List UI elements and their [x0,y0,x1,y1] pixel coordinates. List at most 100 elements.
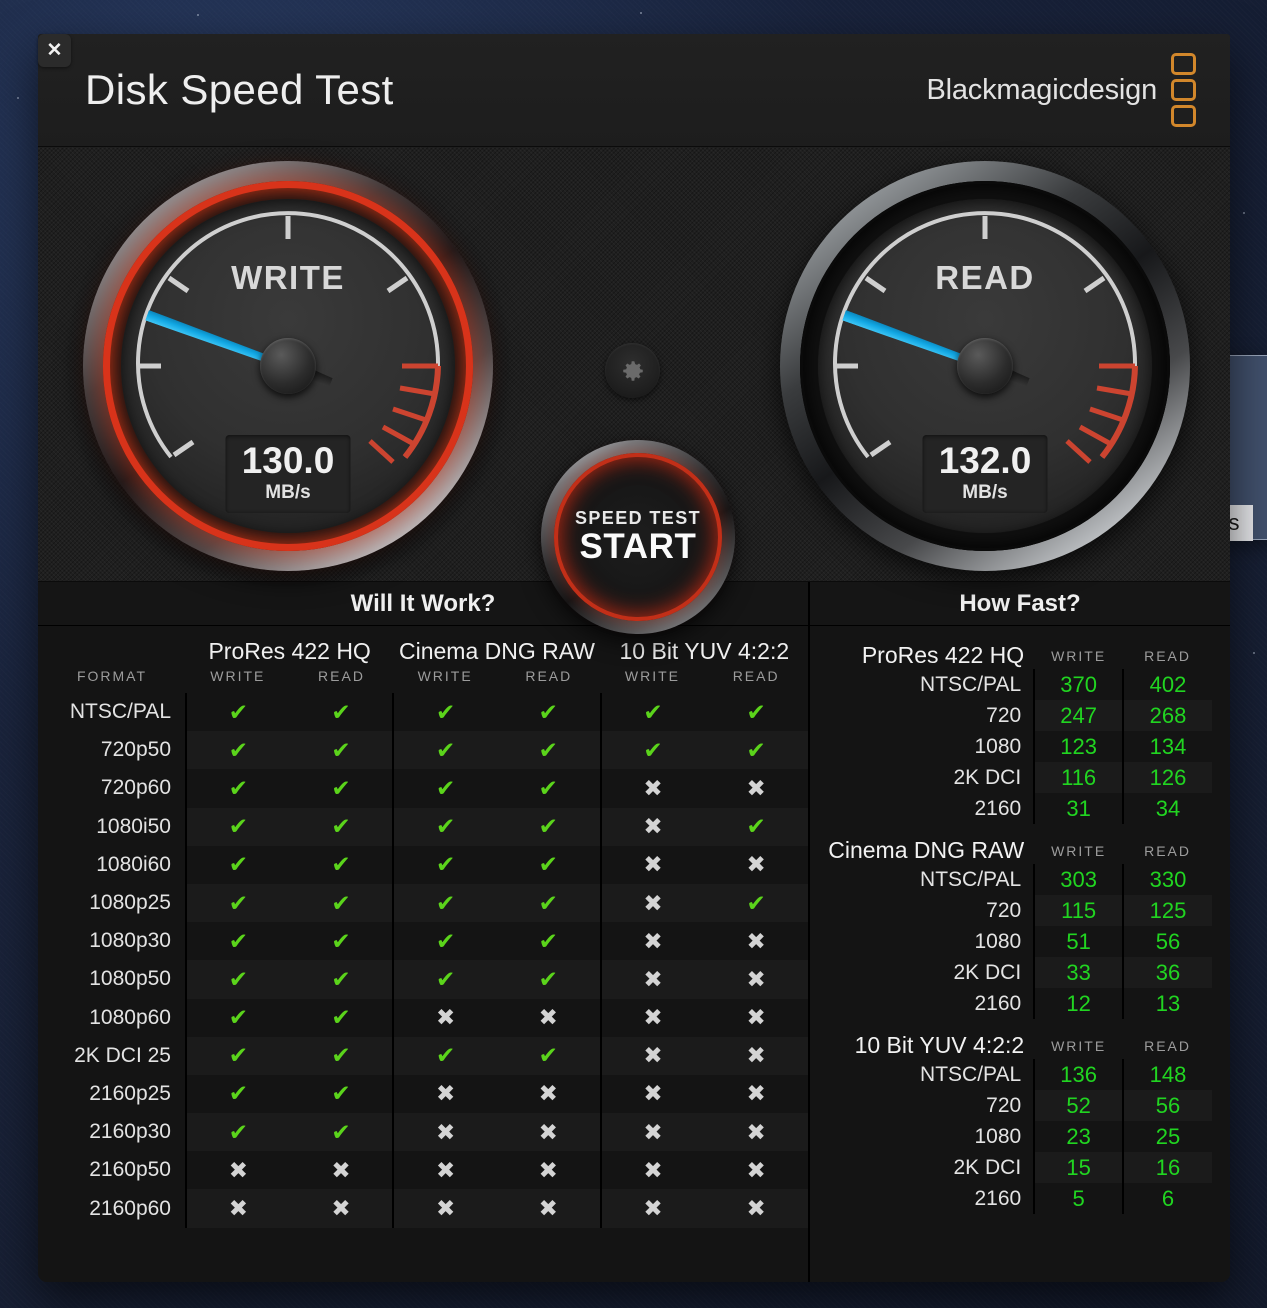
subheader-3-write: WRITE [624,668,680,684]
cross-icon: ✖ [599,807,705,846]
write-unit: MB/s [265,481,311,503]
how-fast-title: How Fast? [810,582,1230,626]
how-fast-table: 10 Bit YUV 4:2:2 WRITE READ NTSC/PAL 136 148 7… [818,1024,1212,1214]
cross-icon: ✖ [538,1156,558,1183]
close-icon[interactable]: ✕ [38,34,71,67]
brand-logo-group: Blackmagicdesign [926,53,1196,127]
format-label: 1080p25 [89,891,171,915]
write-speed-value: 247 [1033,700,1124,731]
check-icon: ✔ [497,808,601,846]
write-speed-value: 51 [1033,926,1124,957]
resolution-label: NTSC/PAL [920,1062,1022,1086]
read-speed-value: 402 [1122,669,1212,700]
speed-test-start-button[interactable]: SPEED TEST START [541,440,735,634]
read-speed-value: 56 [1122,926,1212,957]
cross-icon: ✖ [746,1156,766,1183]
format-label: 2160p30 [89,1120,171,1144]
how-fast-header-row: 10 Bit YUV 4:2:2 WRITE READ [818,1024,1212,1059]
write-speed-value: 115 [1033,895,1124,926]
resolution-label: 720 [986,703,1022,727]
check-icon: ✔ [538,851,558,878]
check-icon: ✔ [746,698,766,725]
read-speed-value: 134 [1122,731,1212,762]
write-speed-value: 5 [1033,1183,1124,1214]
table-row: NTSC/PAL 370 402 [818,669,1212,700]
gear-icon-glyph [622,360,643,381]
table-row: 2K DCI 33 36 [818,957,1212,988]
how-fast-col-read: READ [1144,1037,1191,1054]
resolution-label: 2160 [974,796,1022,820]
table-row: NTSC/PAL 303 330 [818,864,1212,895]
read-speed-value: 268 [1122,700,1212,731]
cross-icon: ✖ [599,1151,705,1190]
check-icon: ✔ [392,845,497,884]
resolution-label: 2K DCI [953,960,1022,984]
blackmagic-logo-icon [1171,53,1196,127]
will-it-work-panel: Will It Work? ProRes 422 HQ Cinema DNG RA… [38,582,808,1282]
check-icon: ✔ [185,769,290,808]
write-speed-value: 303 [1033,864,1124,895]
check-icon: ✔ [331,1004,351,1031]
will-it-work-codec-header-row: ProRes 422 HQ Cinema DNG RAW 10 Bit YUV 4:… [38,626,808,668]
check-icon: ✔ [185,1036,290,1075]
table-row: 720 52 56 [818,1090,1212,1121]
write-speed-value: 12 [1033,988,1124,1019]
codec-header-2: Cinema DNG RAW [398,638,595,664]
check-icon: ✔ [538,698,558,725]
cross-icon: ✖ [704,1113,808,1151]
write-speed-value: 370 [1033,669,1124,700]
table-row: 2160 5 6 [818,1183,1212,1214]
check-icon: ✔ [331,774,351,801]
write-speed-value: 52 [1033,1090,1124,1121]
read-speed-value: 13 [1122,988,1212,1019]
subheader-1-read: READ [318,668,365,684]
check-icon: ✔ [704,884,808,922]
resolution-label: NTSC/PAL [920,867,1022,891]
read-speed-value: 16 [1122,1152,1212,1183]
table-row: 2160 31 34 [818,793,1212,824]
format-label: 1080i50 [96,814,171,838]
check-icon: ✔ [538,774,558,801]
read-speed-value: 148 [1122,1059,1212,1090]
subheader-2-write: WRITE [417,668,473,684]
check-icon: ✔ [185,731,290,770]
cross-icon: ✖ [290,1189,394,1227]
how-fast-col-write: WRITE [1051,1037,1107,1054]
cross-icon: ✖ [497,1113,601,1151]
write-readout: 130.0 MB/s [225,435,351,513]
check-icon: ✔ [392,960,497,999]
format-label: 1080p30 [89,929,171,953]
table-row: 2160p60 ✖ ✖ ✖ ✖ ✖ ✖ [38,1189,808,1228]
cross-icon: ✖ [392,1189,497,1228]
gauge-panel: WRITE 130.0 MB/s SPEED TEST START READ 1… [38,146,1230,634]
check-icon: ✔ [331,927,351,954]
cross-icon: ✖ [746,1004,766,1031]
resolution-label: 2160 [974,991,1022,1015]
read-speed-value: 6 [1122,1183,1212,1214]
will-it-work-head: ProRes 422 HQ Cinema DNG RAW 10 Bit YUV 4:… [38,626,808,693]
format-label: 2160p50 [89,1158,171,1182]
will-it-work-subheader-row: FORMAT WRITE READ WRITE READ WRITE READ [38,668,808,693]
check-icon: ✔ [392,883,497,923]
gear-icon[interactable] [605,343,660,398]
check-icon: ✔ [392,807,497,846]
check-icon: ✔ [392,769,497,808]
table-row: 1080 123 134 [818,731,1212,762]
resolution-label: 1080 [974,929,1022,953]
check-icon: ✔ [185,807,290,846]
will-it-work-table: ProRes 422 HQ Cinema DNG RAW 10 Bit YUV 4:… [38,626,808,1228]
how-fast-group-title: 10 Bit YUV 4:2:2 [854,1032,1025,1058]
how-fast-group-title: Cinema DNG RAW [828,837,1025,863]
subheader-1-write: WRITE [210,668,266,684]
check-icon: ✔ [599,731,705,770]
wallpaper-star [197,14,199,16]
read-speed-value: 34 [1122,793,1212,824]
table-row: 720 115 125 [818,895,1212,926]
how-fast-col-write: WRITE [1051,842,1107,859]
cross-icon: ✖ [538,1080,558,1107]
how-fast-group-3: 10 Bit YUV 4:2:2 WRITE READ NTSC/PAL 136 148 7… [818,1024,1212,1214]
start-button-top-label: SPEED TEST [574,507,702,528]
resolution-label: 2K DCI [953,1155,1022,1179]
check-icon: ✔ [290,884,394,922]
table-row: 2160 12 13 [818,988,1212,1019]
